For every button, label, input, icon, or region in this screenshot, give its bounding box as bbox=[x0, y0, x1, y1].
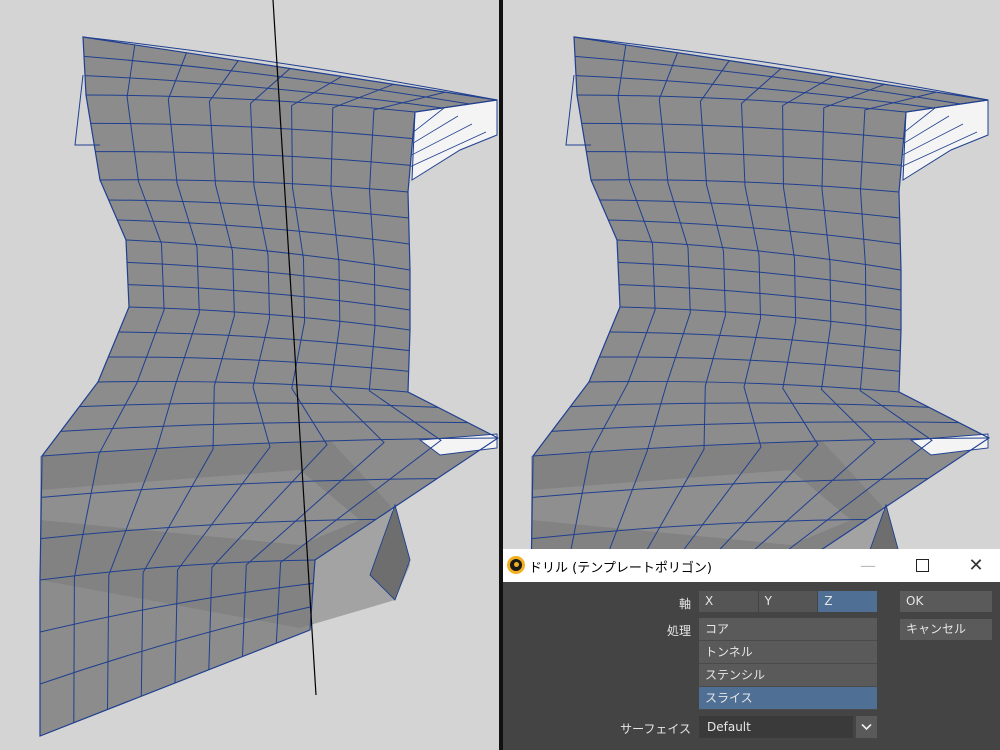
minimize-button[interactable]: — bbox=[845, 549, 891, 582]
axis-y-option[interactable]: Y bbox=[759, 591, 819, 612]
axis-z-option[interactable]: Z bbox=[818, 591, 878, 612]
close-button[interactable]: ✕ bbox=[953, 549, 999, 582]
ok-button[interactable]: OK bbox=[900, 591, 992, 612]
axis-label: 軸 bbox=[678, 597, 691, 611]
close-icon: ✕ bbox=[968, 555, 984, 576]
dialog-titlebar[interactable]: ドリル (テンプレートポリゴン) — ✕ bbox=[503, 549, 1000, 582]
operation-list: コア トンネル ステンシル スライス bbox=[699, 618, 877, 710]
minimize-icon: — bbox=[860, 556, 876, 575]
axis-selector: X Y Z bbox=[699, 591, 878, 612]
operation-slice[interactable]: スライス bbox=[699, 687, 877, 710]
surface-dropdown-button[interactable] bbox=[856, 716, 877, 738]
drill-dialog: ドリル (テンプレートポリゴン) — ✕ 軸 X Y Z OK 処理 キャンセル… bbox=[503, 549, 1000, 750]
surface-select[interactable]: Default bbox=[699, 716, 853, 738]
operation-tunnel[interactable]: トンネル bbox=[699, 641, 877, 664]
maximize-icon bbox=[915, 559, 929, 572]
operation-core[interactable]: コア bbox=[699, 618, 877, 641]
axis-x-option[interactable]: X bbox=[699, 591, 759, 612]
app-logo-icon bbox=[507, 556, 525, 574]
viewport-left[interactable] bbox=[0, 0, 499, 750]
cancel-button[interactable]: キャンセル bbox=[900, 619, 992, 640]
operation-label: 処理 bbox=[666, 624, 691, 638]
surface-label: サーフェイス bbox=[620, 722, 691, 736]
operation-stencil[interactable]: ステンシル bbox=[699, 664, 877, 687]
chevron-down-icon bbox=[861, 723, 872, 731]
maximize-button[interactable] bbox=[899, 549, 945, 582]
mesh-view-left[interactable] bbox=[0, 0, 499, 750]
dialog-title: ドリル (テンプレートポリゴン) bbox=[529, 561, 712, 576]
